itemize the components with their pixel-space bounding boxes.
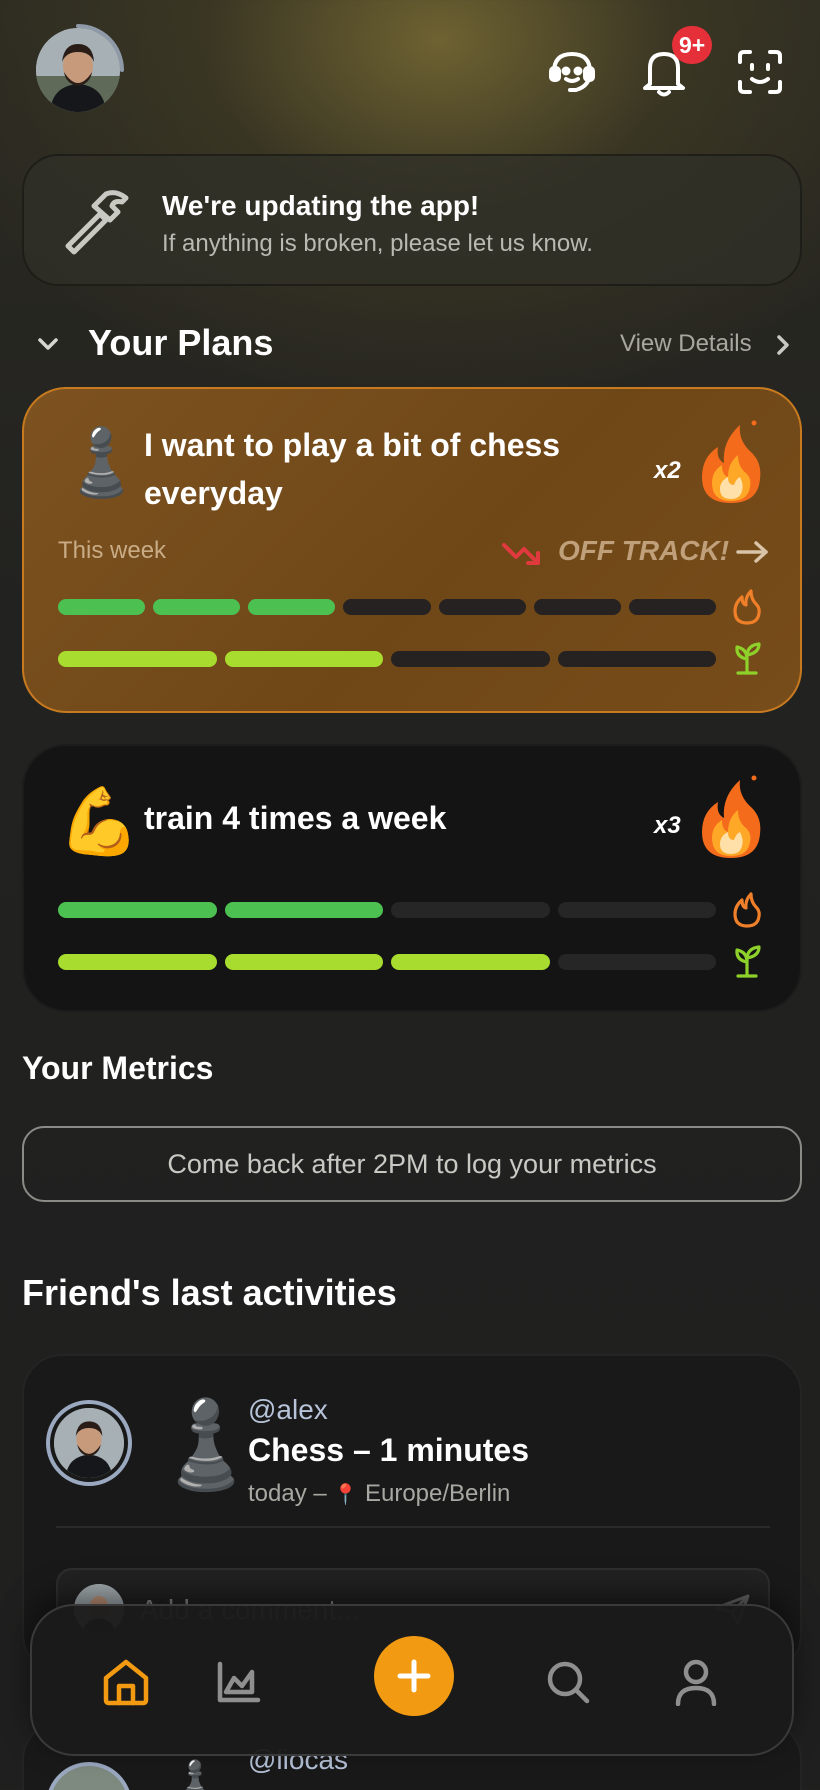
add-button[interactable] bbox=[374, 1636, 454, 1716]
trend-down-icon bbox=[502, 543, 540, 565]
face-scan-icon[interactable] bbox=[732, 44, 788, 100]
update-banner: We're updating the app! If anything is b… bbox=[22, 154, 802, 286]
bottom-nav bbox=[30, 1604, 794, 1756]
metrics-message: Come back after 2PM to log your metrics bbox=[22, 1126, 802, 1202]
profile-icon[interactable] bbox=[660, 1646, 732, 1718]
arrow-right-icon[interactable] bbox=[736, 539, 770, 565]
progress-segment bbox=[224, 902, 383, 918]
progress-segment bbox=[153, 599, 241, 615]
friend-avatar[interactable] bbox=[46, 1400, 132, 1486]
progress-segment bbox=[58, 954, 217, 970]
activity-location: Europe/Berlin bbox=[364, 1480, 511, 1507]
profile-avatar[interactable] bbox=[30, 22, 126, 118]
home-icon[interactable] bbox=[90, 1646, 162, 1718]
progress-segment bbox=[343, 599, 431, 615]
view-details-link[interactable]: View Details bbox=[620, 330, 752, 358]
banner-title: We're updating the app! bbox=[162, 190, 480, 221]
progress-segment bbox=[58, 651, 217, 667]
search-icon[interactable] bbox=[532, 1646, 604, 1718]
activity-emoji: ♟️ bbox=[152, 1397, 260, 1493]
plan-card[interactable]: ♟️ I want to play a bit of chess everyda… bbox=[22, 387, 802, 713]
progress-segment bbox=[248, 599, 336, 615]
support-icon[interactable] bbox=[544, 44, 600, 100]
plan-title: train 4 times a week bbox=[144, 800, 447, 836]
progress-segment bbox=[391, 954, 550, 970]
flame-outline-icon bbox=[733, 589, 761, 625]
avatar bbox=[36, 28, 120, 112]
progress-row-growth bbox=[58, 651, 716, 667]
hammer-icon bbox=[65, 190, 129, 255]
flame-outline-icon bbox=[733, 892, 761, 928]
week-label: This week bbox=[58, 537, 167, 564]
streak-multiplier: x3 bbox=[654, 812, 681, 839]
chevron-right-icon[interactable] bbox=[772, 332, 794, 358]
friend-avatar[interactable] bbox=[46, 1762, 132, 1790]
activity-emoji: ♟️ bbox=[170, 1760, 220, 1790]
fire-icon bbox=[702, 420, 761, 503]
progress-row-streak bbox=[58, 902, 716, 918]
plan-emoji: 💪 bbox=[58, 784, 141, 858]
progress-segment bbox=[557, 954, 716, 970]
progress-segment bbox=[58, 902, 217, 918]
status-label: OFF TRACK! bbox=[558, 535, 730, 566]
activity-title: Chess – 1 minutes bbox=[248, 1432, 529, 1468]
progress-segment bbox=[628, 599, 716, 615]
section-title-plans: Your Plans bbox=[88, 322, 274, 363]
activity-time: today – bbox=[248, 1480, 327, 1507]
progress-segment bbox=[391, 651, 550, 667]
plan-card[interactable]: 💪 train 4 times a week x3 bbox=[22, 744, 802, 1012]
section-title-metrics: Your Metrics bbox=[22, 1050, 214, 1086]
location-pin-icon: 📍 bbox=[333, 1484, 359, 1506]
add-icon bbox=[397, 1659, 431, 1693]
progress-segment bbox=[224, 954, 383, 970]
activity-meta: today – 📍 Europe/Berlin bbox=[248, 1480, 510, 1508]
section-title-friends: Friend's last activities bbox=[22, 1272, 397, 1313]
sprout-icon bbox=[735, 642, 761, 675]
avatar-photo-icon bbox=[36, 28, 120, 112]
chart-icon[interactable] bbox=[202, 1646, 274, 1718]
avatar-photo-icon bbox=[54, 1408, 124, 1478]
progress-segment bbox=[391, 902, 550, 918]
divider bbox=[56, 1526, 770, 1528]
notification-badge: 9+ bbox=[672, 26, 713, 64]
progress-segment bbox=[533, 599, 621, 615]
progress-row-streak bbox=[58, 599, 716, 615]
progress-segment bbox=[224, 651, 383, 667]
sprout-icon bbox=[735, 945, 761, 978]
plan-emoji: ♟️ bbox=[60, 425, 143, 499]
progress-segment bbox=[58, 599, 146, 615]
progress-segment bbox=[557, 902, 716, 918]
friend-username[interactable]: @alex bbox=[248, 1394, 328, 1426]
progress-segment bbox=[438, 599, 526, 615]
progress-segment bbox=[557, 651, 716, 667]
streak-multiplier: x2 bbox=[654, 457, 681, 484]
plan-title: I want to play a bit of chess everyday bbox=[144, 427, 561, 511]
collapse-chevron-icon[interactable] bbox=[34, 330, 62, 358]
fire-icon bbox=[702, 775, 761, 858]
banner-subtitle: If anything is broken, please let us kno… bbox=[162, 230, 593, 257]
progress-row-growth bbox=[58, 954, 716, 970]
